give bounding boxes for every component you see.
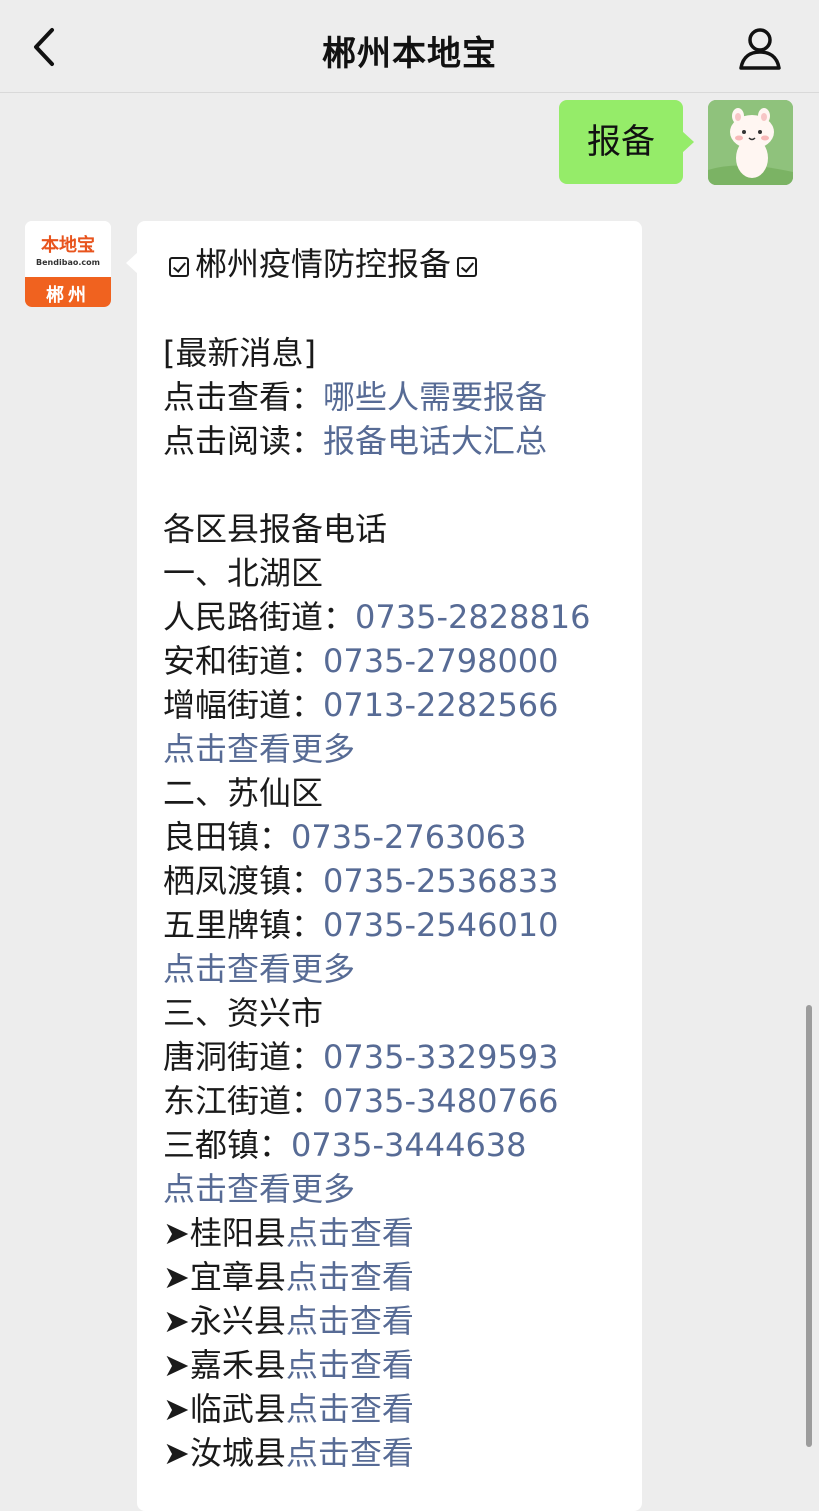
phone-link[interactable]: 0735-2763063 bbox=[291, 818, 527, 856]
view-more-link[interactable]: 点击查看更多 bbox=[163, 727, 355, 771]
county-link[interactable]: 点击查看 bbox=[286, 1302, 414, 1340]
district-name: 一、北湖区 bbox=[163, 554, 324, 592]
account-avatar[interactable]: 本地宝 Bendibao.com 郴州 bbox=[25, 221, 111, 307]
county-name: ➤临武县 bbox=[163, 1390, 286, 1428]
phone-link[interactable]: 0735-2798000 bbox=[323, 642, 559, 680]
news-line: 点击阅读：报备电话大汇总 bbox=[163, 419, 547, 463]
section-heading: 各区县报备电话 bbox=[163, 510, 388, 548]
news-link[interactable]: 哪些人需要报备 bbox=[323, 378, 547, 416]
news-prefix: 点击查看： bbox=[163, 378, 324, 416]
profile-button[interactable] bbox=[734, 22, 786, 74]
phone-link[interactable]: 0735-2546010 bbox=[323, 906, 559, 944]
phone-entry: 三都镇：0735-3444638 bbox=[163, 1123, 527, 1167]
phone-link[interactable]: 0735-3329593 bbox=[323, 1038, 559, 1076]
outgoing-message-text: 报备 bbox=[587, 122, 655, 162]
message-title-text: 郴州疫情防控报备 bbox=[195, 245, 452, 283]
phone-link[interactable]: 0735-2828816 bbox=[355, 598, 591, 636]
entry-label: 东江街道： bbox=[163, 1082, 324, 1120]
bunny-avatar-icon bbox=[708, 100, 793, 185]
phone-entry: 五里牌镇：0735-2546010 bbox=[163, 903, 559, 947]
checkbox-icon bbox=[169, 257, 189, 277]
latest-news-label: [最新消息] bbox=[163, 334, 316, 372]
news-link[interactable]: 报备电话大汇总 bbox=[323, 422, 547, 460]
county-link[interactable]: 点击查看 bbox=[286, 1434, 414, 1472]
chat-header: 郴州本地宝 bbox=[0, 0, 819, 93]
phone-entry: 唐洞街道：0735-3329593 bbox=[163, 1035, 559, 1079]
chat-title: 郴州本地宝 bbox=[322, 34, 497, 74]
phone-entry: 安和街道：0735-2798000 bbox=[163, 639, 559, 683]
county-entry: ➤永兴县点击查看 bbox=[163, 1299, 414, 1343]
entry-label: 安和街道： bbox=[163, 642, 324, 680]
entry-label: 三都镇： bbox=[163, 1126, 292, 1164]
entry-label: 人民路街道： bbox=[163, 598, 356, 636]
district-name: 二、苏仙区 bbox=[163, 774, 324, 812]
county-name: ➤汝城县 bbox=[163, 1434, 286, 1472]
entry-label: 唐洞街道： bbox=[163, 1038, 324, 1076]
county-link[interactable]: 点击查看 bbox=[286, 1214, 414, 1252]
news-prefix: 点击阅读： bbox=[163, 422, 324, 460]
county-entry: ➤临武县点击查看 bbox=[163, 1387, 414, 1431]
phone-entry: 良田镇：0735-2763063 bbox=[163, 815, 527, 859]
county-entry: ➤汝城县点击查看 bbox=[163, 1431, 414, 1475]
avatar-logo-url: Bendibao.com bbox=[36, 258, 100, 267]
entry-label: 良田镇： bbox=[163, 818, 292, 856]
county-name: ➤永兴县 bbox=[163, 1302, 286, 1340]
county-entry: ➤桂阳县点击查看 bbox=[163, 1211, 414, 1255]
entry-label: 五里牌镇： bbox=[163, 906, 324, 944]
message-title: 郴州疫情防控报备 bbox=[163, 242, 483, 286]
entry-label: 栖凤渡镇： bbox=[163, 862, 324, 900]
avatar-logo-text: 本地宝 bbox=[41, 235, 95, 256]
county-entry: ➤宜章县点击查看 bbox=[163, 1255, 414, 1299]
phone-entry: 东江街道：0735-3480766 bbox=[163, 1079, 559, 1123]
person-icon bbox=[739, 28, 781, 70]
self-avatar[interactable] bbox=[708, 100, 793, 185]
county-name: ➤桂阳县 bbox=[163, 1214, 286, 1252]
phone-link[interactable]: 0735-2536833 bbox=[323, 862, 559, 900]
county-link[interactable]: 点击查看 bbox=[286, 1258, 414, 1296]
news-line: 点击查看：哪些人需要报备 bbox=[163, 375, 547, 419]
county-link[interactable]: 点击查看 bbox=[286, 1390, 414, 1428]
phone-entry: 人民路街道：0735-2828816 bbox=[163, 595, 591, 639]
view-more-link[interactable]: 点击查看更多 bbox=[163, 1167, 355, 1211]
phone-link[interactable]: 0713-2282566 bbox=[323, 686, 559, 724]
county-entry: ➤嘉禾县点击查看 bbox=[163, 1343, 414, 1387]
county-name: ➤宜章县 bbox=[163, 1258, 286, 1296]
view-more-link[interactable]: 点击查看更多 bbox=[163, 947, 355, 991]
phone-link[interactable]: 0735-3480766 bbox=[323, 1082, 559, 1120]
entry-label: 增幅街道： bbox=[163, 686, 324, 724]
checkbox-icon bbox=[457, 257, 478, 277]
outgoing-message-bubble[interactable]: 报备 bbox=[559, 100, 694, 184]
phone-entry: 增幅街道：0713-2282566 bbox=[163, 683, 559, 727]
avatar-city: 郴州 bbox=[46, 285, 90, 306]
county-name: ➤嘉禾县 bbox=[163, 1346, 286, 1384]
phone-link[interactable]: 0735-3444638 bbox=[291, 1126, 527, 1164]
district-name: 三、资兴市 bbox=[163, 994, 324, 1032]
county-link[interactable]: 点击查看 bbox=[286, 1346, 414, 1384]
scrollbar[interactable] bbox=[806, 1005, 812, 1447]
phone-entry: 栖凤渡镇：0735-2536833 bbox=[163, 859, 559, 903]
